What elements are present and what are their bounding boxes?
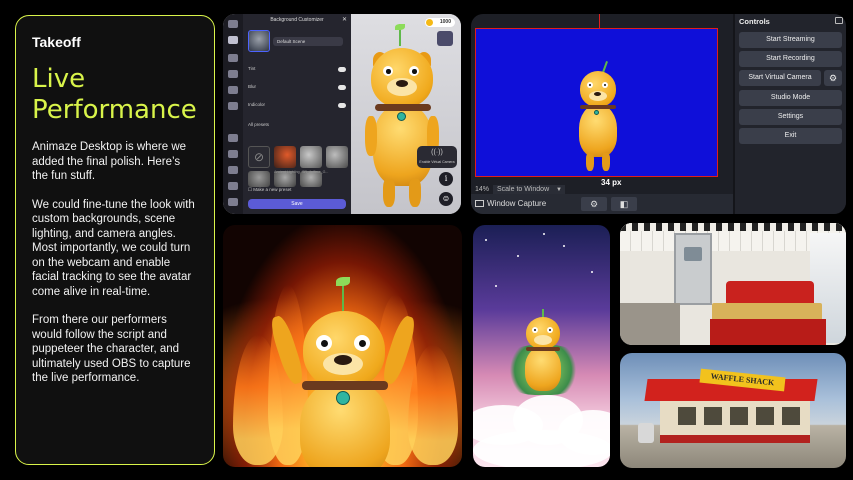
- virtual-camera-label: Enable Virtual Camera: [419, 160, 455, 164]
- heart-icon[interactable]: [228, 166, 238, 174]
- counter: [620, 303, 680, 345]
- fire-render-image: [223, 225, 462, 467]
- ice-machine: [638, 423, 654, 443]
- preset-names: Ancient Lighting SR_Jalfleur_G...: [248, 170, 346, 178]
- background-select[interactable]: Default Scene: [273, 37, 343, 46]
- settings-gear-icon[interactable]: [228, 198, 238, 206]
- studio-mode-button[interactable]: Studio Mode: [739, 90, 842, 106]
- preset-tile[interactable]: [326, 146, 348, 168]
- tint-label: Tint: [248, 66, 256, 71]
- background-thumbnail[interactable]: [248, 30, 270, 52]
- indicolor-toggle[interactable]: [338, 103, 346, 108]
- avatar-stage: 1000 ((·)) Enable Virtual Camera i ☺: [351, 14, 461, 214]
- start-streaming-button[interactable]: Start Streaming: [739, 32, 842, 48]
- indicolor-row: Indicolor: [248, 102, 346, 110]
- user-icon[interactable]: [228, 182, 238, 190]
- lighting-icon[interactable]: [228, 70, 238, 78]
- close-icon[interactable]: ✕: [342, 16, 347, 23]
- building-base: [660, 435, 810, 443]
- controls-dock: Controls Start Streaming Start Recording…: [735, 14, 846, 214]
- preset-name: Ancient Lighting: [274, 170, 300, 174]
- start-virtual-camera-button[interactable]: Start Virtual Camera: [739, 70, 821, 86]
- takeoff-card: Takeoff Live Performance Animaze Desktop…: [15, 15, 215, 465]
- zoom-level: 14%: [475, 186, 490, 193]
- door-window: [684, 247, 702, 261]
- camera-icon[interactable]: [228, 54, 238, 62]
- diner-interior-image: [620, 223, 846, 345]
- window-icon: [475, 200, 484, 207]
- presets-heading: All presets: [248, 122, 270, 127]
- avatar-character: [521, 309, 565, 395]
- avatar-icon[interactable]: [228, 20, 238, 28]
- broadcast-icon: ((·)): [431, 149, 443, 156]
- preset-sr-jalfleur[interactable]: [300, 146, 322, 168]
- source-properties-button[interactable]: ⚙: [581, 197, 607, 211]
- background-customizer: Background Customizer ✕ Default Scene Ti…: [243, 14, 351, 214]
- undock-icon[interactable]: [835, 17, 843, 24]
- blur-label: Blur: [248, 84, 257, 89]
- booth-seat: [710, 319, 826, 345]
- waffle-shack-exterior-image: WAFFLE SHACK: [620, 353, 846, 468]
- performance-paragraph: From there our performers would follow t…: [32, 314, 191, 384]
- obs-preview[interactable]: 34 px: [475, 14, 718, 187]
- new-preset-checkbox[interactable]: ☐ Make a new preset: [248, 187, 291, 193]
- intro-paragraph: Animaze Desktop is where we added the fi…: [32, 141, 187, 182]
- features-paragraph: We could fine-tune the look with custom …: [32, 198, 195, 298]
- checker-border: [620, 223, 846, 231]
- indicolor-label: Indicolor: [248, 102, 266, 107]
- no-preset-icon[interactable]: ⊘: [248, 146, 270, 168]
- avatar-character: [267, 275, 419, 467]
- bounds-guide: [599, 14, 600, 28]
- props-icon[interactable]: [228, 102, 238, 110]
- save-button[interactable]: Save: [248, 199, 346, 209]
- avatar-character: [365, 24, 445, 209]
- chat-icon[interactable]: [228, 134, 238, 142]
- source-name: Window Capture: [487, 199, 547, 208]
- kitchen-door: [674, 233, 712, 305]
- animaze-screenshot: Background Customizer ✕ Default Scene Ti…: [223, 14, 461, 214]
- preset-ancient-lighting[interactable]: [274, 146, 296, 168]
- tracking-icon[interactable]: ☺: [439, 192, 453, 206]
- virtual-camera-button[interactable]: ((·)) Enable Virtual Camera: [417, 146, 457, 168]
- space-scene-image: [473, 225, 610, 467]
- settings-button[interactable]: Settings: [739, 109, 842, 125]
- preset-name: SR_Jalfleur_G...: [302, 170, 329, 174]
- blur-toggle[interactable]: [338, 85, 346, 90]
- virtual-camera-settings-icon[interactable]: ⚙: [824, 70, 842, 86]
- obs-screenshot: 34 px 14% Scale to Window ▼ Window Captur…: [471, 14, 846, 214]
- tint-row: Tint: [248, 66, 346, 74]
- customizer-title: Background Customizer: [270, 17, 324, 23]
- source-filters-button[interactable]: ◧: [611, 197, 637, 211]
- background-icon[interactable]: [228, 36, 238, 44]
- blur-row: Blur: [248, 84, 346, 92]
- animaze-tool-rail: [223, 14, 243, 214]
- page-title: Live Performance: [32, 64, 197, 125]
- section-eyebrow: Takeoff: [32, 34, 81, 50]
- link-icon[interactable]: [228, 150, 238, 158]
- start-recording-button[interactable]: Start Recording: [739, 51, 842, 67]
- avatar-character: [574, 61, 622, 177]
- controls-title: Controls: [739, 17, 770, 26]
- info-button[interactable]: i: [439, 172, 453, 186]
- capture-canvas[interactable]: [475, 28, 718, 177]
- image-icon[interactable]: [228, 86, 238, 94]
- new-preset-label: Make a new preset: [253, 187, 292, 192]
- source-toolbar: Window Capture ⚙ ◧: [471, 194, 733, 214]
- exit-button[interactable]: Exit: [739, 128, 842, 144]
- tint-toggle[interactable]: [338, 67, 346, 72]
